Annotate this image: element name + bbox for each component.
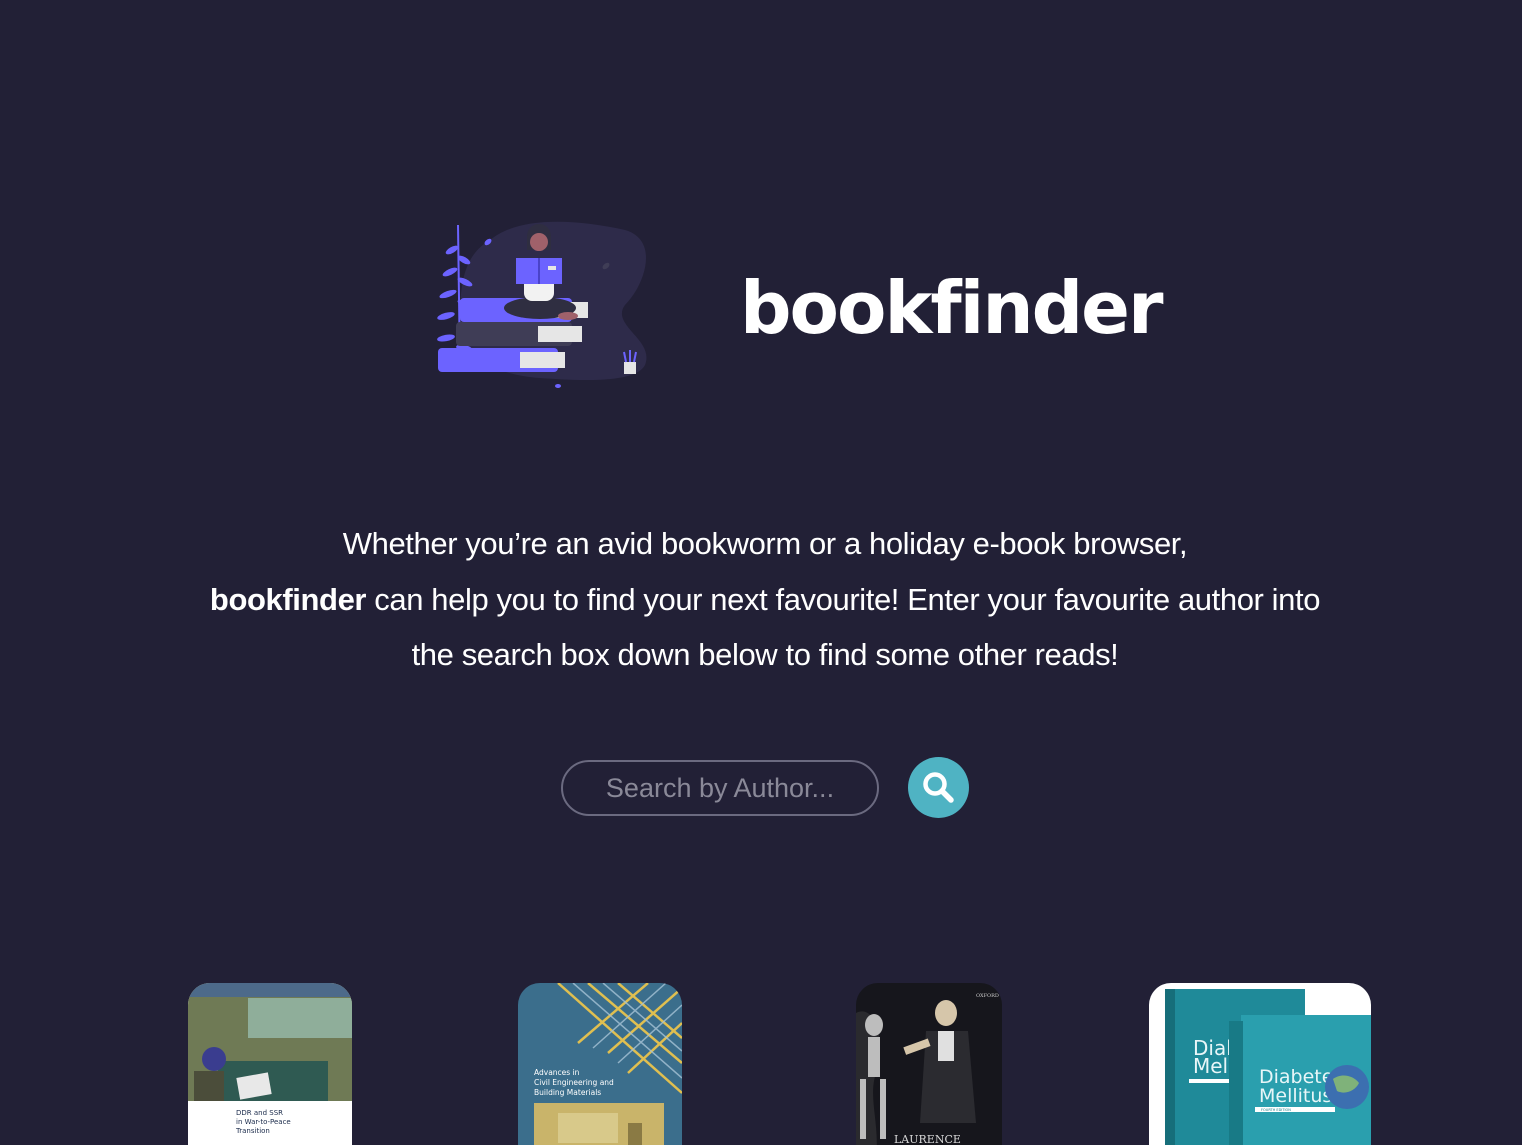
book-result-card[interactable]: Diab Melli Diabetes Mellitus FOURTH EDIT… xyxy=(1149,983,1371,1145)
cover-title-line: Advances in xyxy=(534,1068,580,1077)
reading-woman-illustration xyxy=(437,221,647,388)
search-button[interactable] xyxy=(908,757,969,818)
brand-title: bookfinder xyxy=(740,266,1163,350)
cover-title-line: Building Materials xyxy=(534,1088,601,1097)
book-result-card[interactable]: DDR and SSR in War-to-Peace Transition xyxy=(188,983,352,1145)
author-search-input[interactable] xyxy=(561,760,879,816)
book-cover-image: Advances in Civil Engineering and Buildi… xyxy=(518,983,682,1145)
cover-title-line: Mellitus xyxy=(1259,1085,1332,1107)
intro-line-2: can help you to find your next favourite… xyxy=(366,581,1321,673)
search-icon xyxy=(923,772,954,803)
intro-brand-word: bookfinder xyxy=(209,581,367,617)
cover-edition: FOURTH EDITION xyxy=(1261,1108,1291,1112)
book-result-card[interactable]: OXFORD LAURENCE xyxy=(856,983,1002,1145)
cover-title-line: in War-to-Peace xyxy=(236,1118,291,1126)
book-cover-image: OXFORD LAURENCE xyxy=(856,983,1002,1145)
cover-title-line: DDR and SSR xyxy=(236,1109,283,1117)
book-cover-image: DDR and SSR in War-to-Peace Transition xyxy=(188,983,352,1145)
book-cover-image: Diab Melli Diabetes Mellitus FOURTH EDIT… xyxy=(1149,983,1371,1145)
cover-title-line: Transition xyxy=(235,1127,270,1135)
cover-title-line: Civil Engineering and xyxy=(534,1078,614,1087)
intro-line-1: Whether you’re an avid bookworm or a hol… xyxy=(342,526,1188,561)
cover-author: LAURENCE xyxy=(894,1133,961,1145)
intro-paragraph: Whether you’re an avid bookworm or a hol… xyxy=(200,516,1330,683)
book-result-card[interactable]: Advances in Civil Engineering and Buildi… xyxy=(518,983,682,1145)
cover-publisher: OXFORD xyxy=(976,993,999,999)
page: bookfinder Whether you’re an avid bookwo… xyxy=(0,0,1522,1145)
